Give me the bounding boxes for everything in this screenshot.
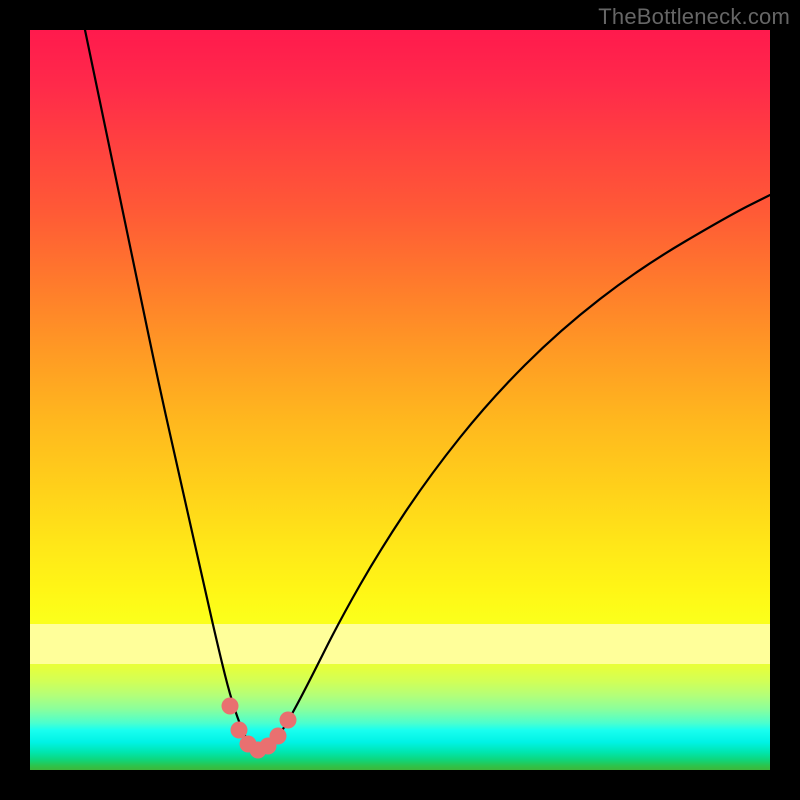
trough-marker	[280, 712, 297, 729]
watermark-text: TheBottleneck.com	[598, 4, 790, 30]
trough-marker	[231, 722, 248, 739]
trough-marker	[270, 728, 287, 745]
curve-svg	[30, 30, 770, 770]
chart-frame: TheBottleneck.com	[0, 0, 800, 800]
trough-markers	[222, 698, 297, 759]
plot-area	[30, 30, 770, 770]
trough-marker	[222, 698, 239, 715]
bottleneck-curve	[85, 30, 770, 750]
